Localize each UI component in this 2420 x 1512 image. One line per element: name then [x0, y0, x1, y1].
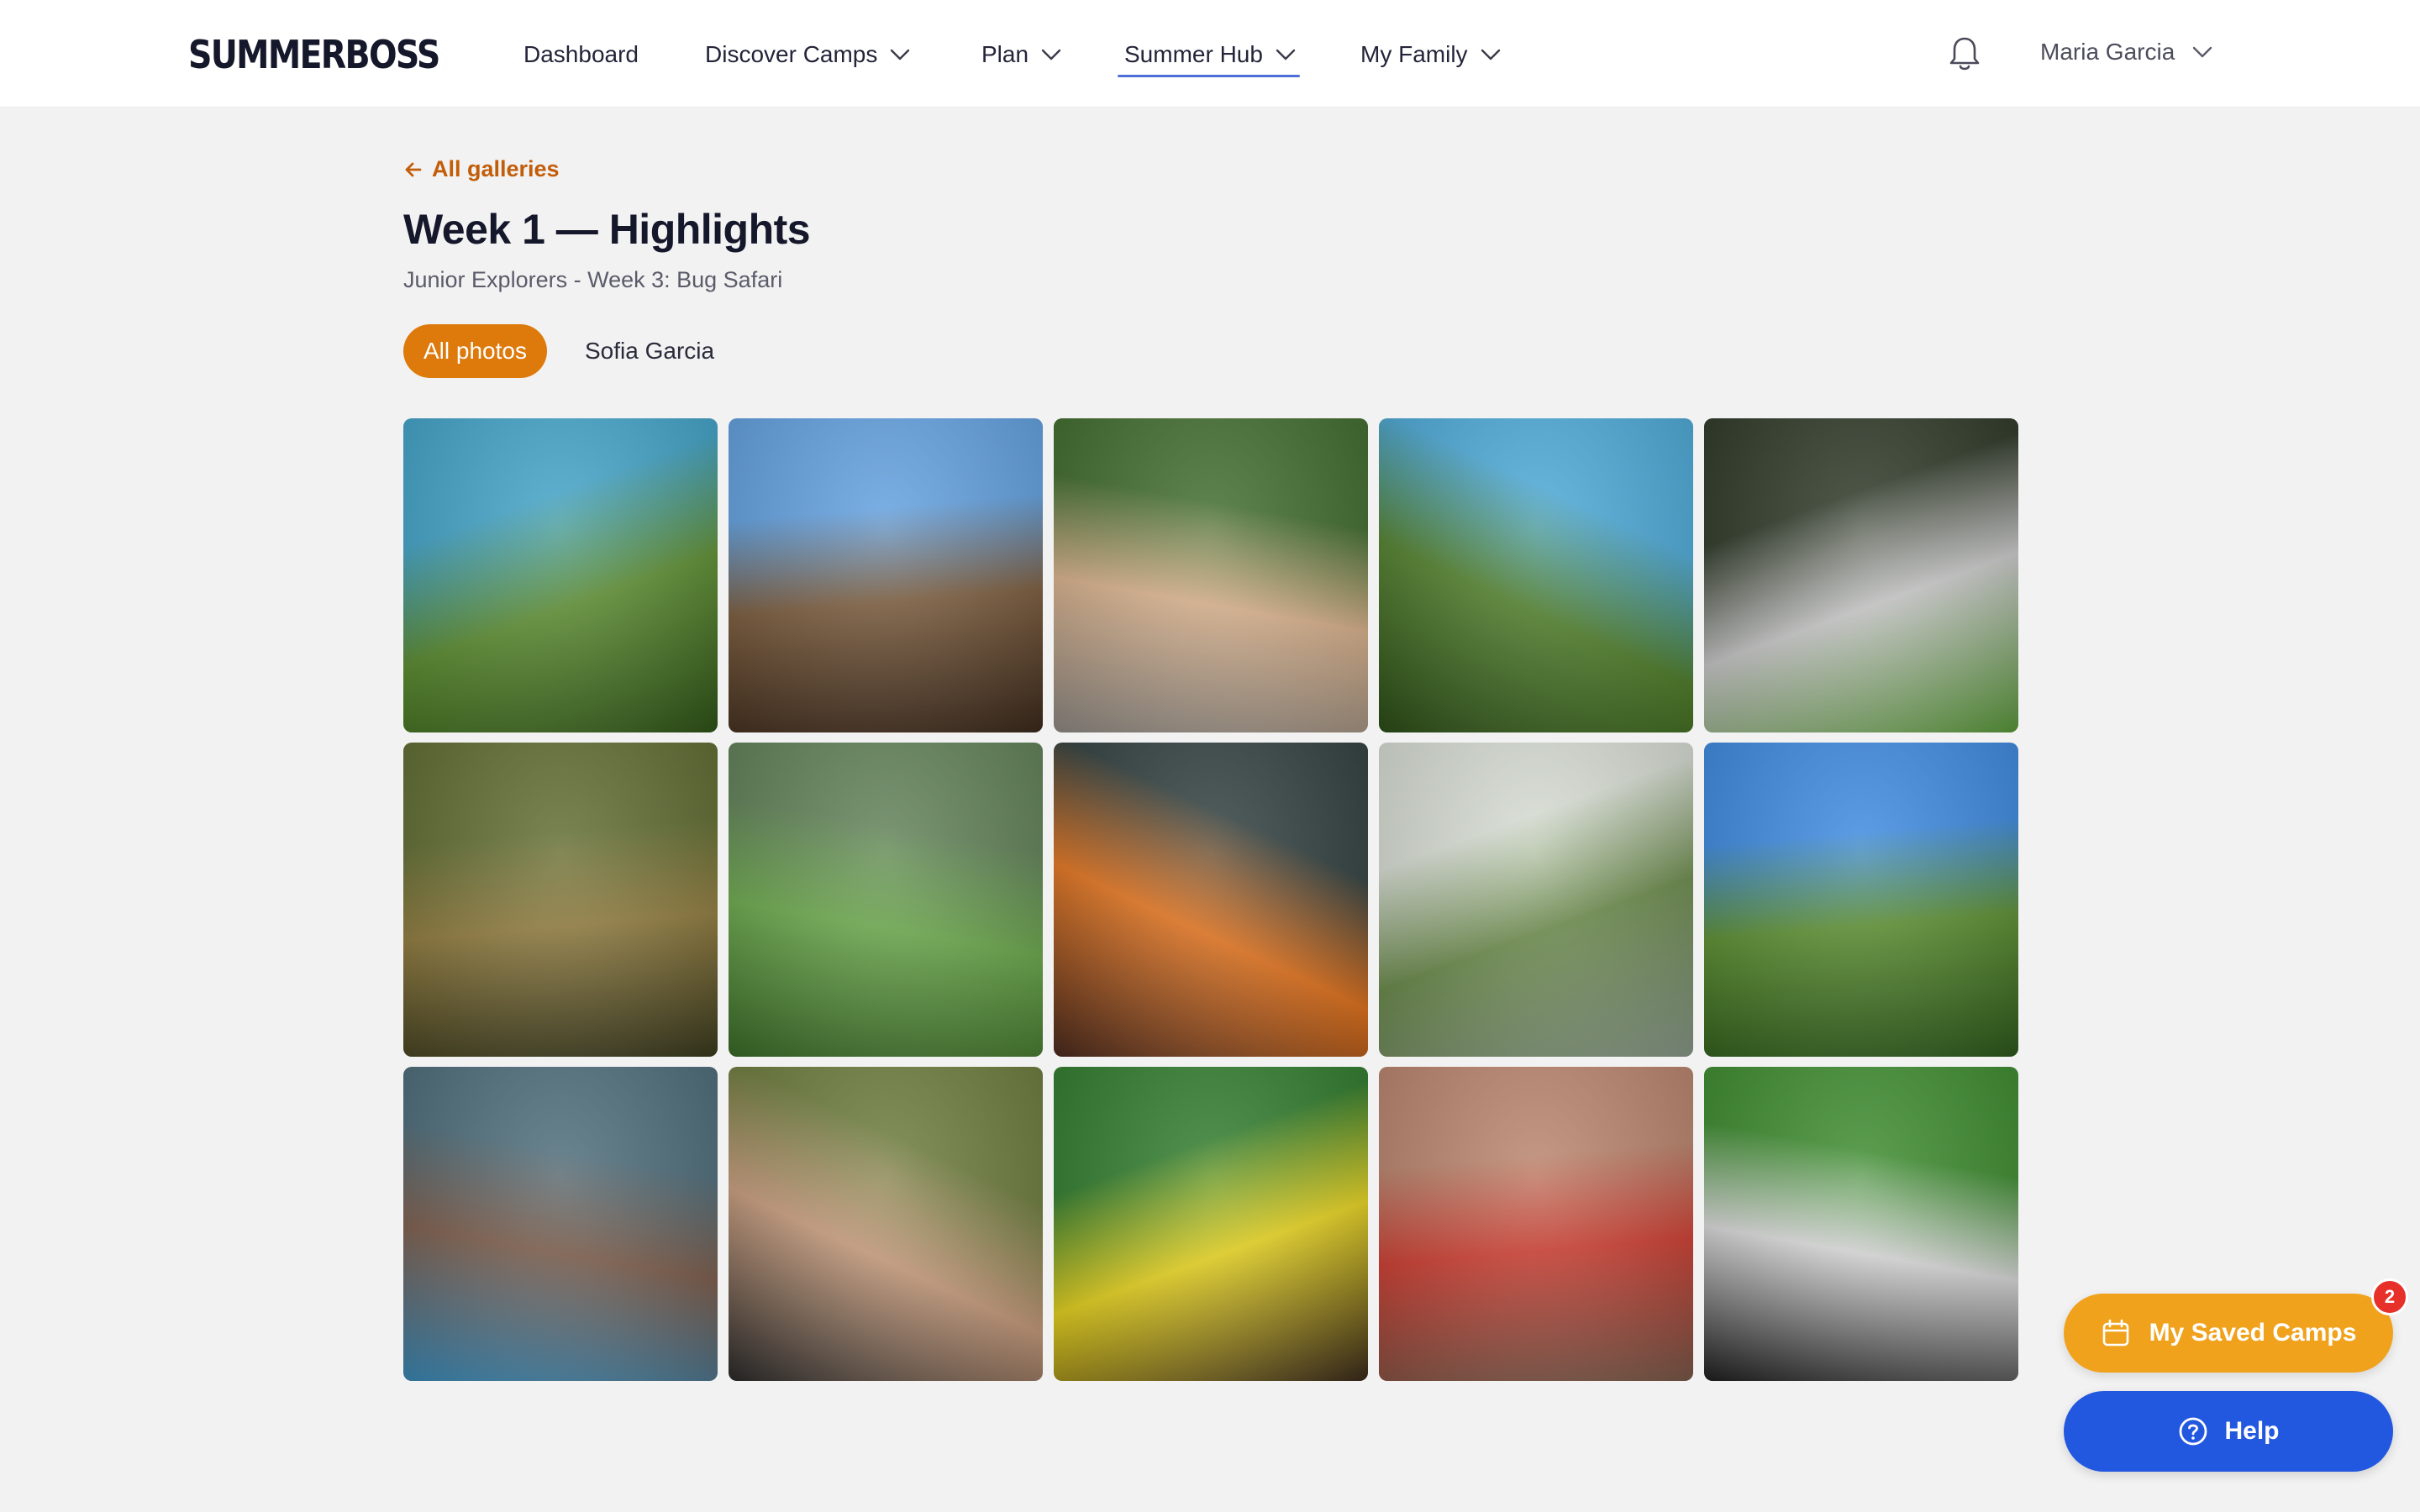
summerboss-logo[interactable]: SUMMERBOSS	[188, 32, 440, 77]
gallery-photo[interactable]	[1054, 1067, 1368, 1381]
photo-overlay	[1054, 418, 1368, 732]
gallery-photo[interactable]	[1054, 418, 1368, 732]
nav-summer-hub[interactable]: Summer Hub	[1118, 37, 1300, 77]
photo-overlay	[403, 743, 718, 1057]
photo-overlay	[1054, 1067, 1368, 1381]
gallery-photo[interactable]	[1379, 743, 1693, 1057]
gallery-photo[interactable]	[1379, 418, 1693, 732]
chevron-down-icon	[2193, 46, 2212, 58]
filter-all-photos[interactable]: All photos	[403, 324, 547, 378]
photo-overlay	[1379, 418, 1693, 732]
photo-overlay	[1054, 743, 1368, 1057]
filter-sofia-garcia-label: Sofia Garcia	[585, 338, 715, 364]
photo-overlay	[1704, 418, 2018, 732]
nav-plan[interactable]: Plan	[981, 37, 1062, 72]
gallery-photo[interactable]	[403, 743, 718, 1057]
gallery-subtitle: Junior Explorers - Week 3: Bug Safari	[403, 267, 783, 292]
help-button[interactable]: Help	[2064, 1391, 2393, 1472]
nav-dashboard-label: Dashboard	[523, 41, 639, 67]
nav-plan-label: Plan	[981, 41, 1029, 67]
photo-overlay	[729, 743, 1043, 1057]
all-galleries-link[interactable]: All galleries	[403, 156, 560, 182]
arrow-left-icon	[405, 162, 422, 176]
gallery-photo[interactable]	[403, 418, 718, 732]
photo-overlay	[729, 418, 1043, 732]
user-name: Maria Garcia	[2040, 39, 2175, 65]
photo-grid	[403, 418, 2018, 1383]
nav-summer-hub-label: Summer Hub	[1124, 41, 1263, 67]
filter-sofia-garcia[interactable]: Sofia Garcia	[565, 324, 734, 378]
bell-icon[interactable]	[1946, 34, 1983, 74]
help-label: Help	[2224, 1417, 2280, 1445]
photo-overlay	[403, 418, 718, 732]
nav-my-family-label: My Family	[1360, 41, 1468, 67]
photo-overlay	[729, 1067, 1043, 1381]
gallery-photo[interactable]	[729, 743, 1043, 1057]
saved-camps-count-badge: 2	[2371, 1278, 2408, 1315]
user-menu[interactable]: Maria Garcia	[2040, 35, 2213, 69]
photo-overlay	[403, 1067, 718, 1381]
top-navigation-bar: SUMMERBOSS Dashboard Discover Camps Plan…	[0, 0, 2420, 108]
gallery-photo[interactable]	[1054, 743, 1368, 1057]
gallery-photo[interactable]	[403, 1067, 718, 1381]
gallery-photo[interactable]	[729, 418, 1043, 732]
nav-discover-camps-label: Discover Camps	[705, 41, 878, 67]
nav-discover-camps[interactable]: Discover Camps	[705, 37, 911, 72]
gallery-photo[interactable]	[729, 1067, 1043, 1381]
chevron-down-icon	[1276, 49, 1296, 60]
gallery-photo[interactable]	[1379, 1067, 1693, 1381]
page-title: Week 1 — Highlights	[403, 206, 811, 253]
chevron-down-icon	[1481, 49, 1500, 60]
gallery-photo[interactable]	[1704, 743, 2018, 1057]
all-galleries-label: All galleries	[432, 156, 560, 181]
nav-my-family[interactable]: My Family	[1360, 37, 1502, 72]
nav-dashboard[interactable]: Dashboard	[523, 37, 639, 72]
chevron-down-icon	[891, 49, 910, 60]
help-circle-icon	[2180, 1417, 2207, 1446]
chevron-down-icon	[1041, 49, 1061, 60]
my-saved-camps-label: My Saved Camps	[2149, 1319, 2357, 1347]
photo-overlay	[1379, 743, 1693, 1057]
photo-overlay	[1704, 743, 2018, 1057]
gallery-photo[interactable]	[1704, 1067, 2018, 1381]
calendar-icon	[2102, 1319, 2128, 1347]
photo-overlay	[1379, 1067, 1693, 1381]
filter-all-photos-label: All photos	[424, 338, 527, 364]
my-saved-camps-button[interactable]: My Saved Camps	[2064, 1294, 2393, 1373]
photo-overlay	[1704, 1067, 2018, 1381]
gallery-photo[interactable]	[1704, 418, 2018, 732]
